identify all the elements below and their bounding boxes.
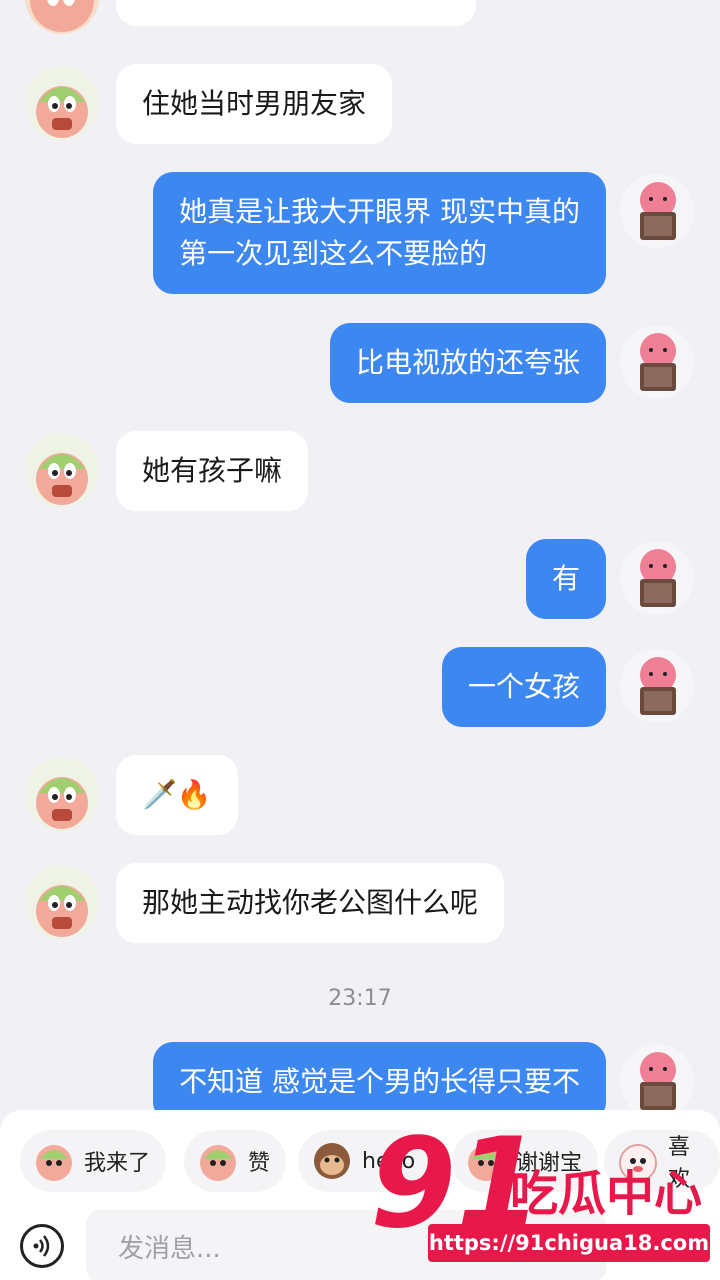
sticker-icon <box>36 1145 72 1181</box>
incoming-message[interactable]: 那她主动找你老公图什么呢 <box>116 863 505 943</box>
watermark-url: https://91chigua18.com <box>429 1231 709 1255</box>
my-avatar[interactable] <box>620 649 694 723</box>
contact-avatar[interactable] <box>25 865 99 939</box>
contact-avatar[interactable] <box>25 433 99 507</box>
outgoing-message[interactable]: 一个女孩 <box>441 647 606 727</box>
sticker-icon <box>200 1145 236 1181</box>
my-avatar[interactable] <box>620 174 694 248</box>
quick-reply-chip[interactable]: 我来了 <box>20 1130 167 1192</box>
my-avatar[interactable] <box>620 541 694 615</box>
message-timestamp: 23:17 <box>328 986 392 1011</box>
chat-area[interactable]: 她之前高中就带读不读了 住她当时男朋友家 她真是让我大开眼界 现实中真的 第一次… <box>0 0 720 1110</box>
incoming-message[interactable]: 她有孩子嘛 <box>116 431 309 511</box>
outgoing-message[interactable]: 她真是让我大开眼界 现实中真的 第一次见到这么不要脸的 <box>153 172 606 294</box>
watermark-title: 吃瓜中心 <box>510 1166 702 1222</box>
contact-avatar[interactable] <box>25 66 99 140</box>
incoming-message[interactable]: 住她当时男朋友家 <box>116 64 393 144</box>
my-avatar[interactable] <box>620 325 694 399</box>
incoming-message[interactable]: 她之前高中就带读不读了 <box>116 0 477 26</box>
voice-input-button[interactable] <box>20 1224 64 1268</box>
my-avatar[interactable] <box>620 1044 694 1110</box>
outgoing-message[interactable]: 有 <box>525 539 606 619</box>
contact-avatar[interactable] <box>25 757 99 831</box>
outgoing-message[interactable]: 比电视放的还夸张 <box>329 323 606 403</box>
contact-avatar[interactable] <box>25 0 99 34</box>
voice-icon <box>33 1235 50 1257</box>
monkey-sticker-icon <box>314 1143 350 1179</box>
quick-reply-chip[interactable]: 赞 <box>184 1130 287 1192</box>
watermark-logo: 91 吃瓜中心 https://91chigua18.com <box>370 1118 710 1262</box>
incoming-message[interactable]: 🗡️🔥 <box>116 755 238 835</box>
quick-reply-label: 我来了 <box>84 1151 151 1176</box>
outgoing-message[interactable]: 不知道 感觉是个男的长得只要不 <box>153 1042 606 1110</box>
quick-reply-label: 赞 <box>248 1151 271 1176</box>
